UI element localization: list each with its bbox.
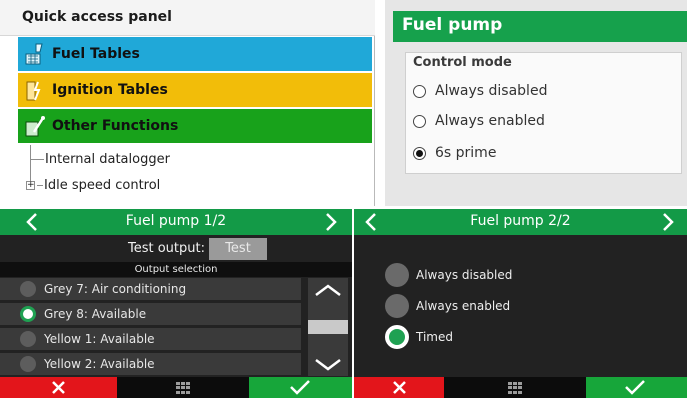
radio-6s-prime[interactable]: 6s prime: [413, 142, 496, 164]
list-item-label: Grey 8: Available: [44, 307, 147, 321]
fuel-pump-title: Fuel pump: [393, 11, 687, 42]
option-always-enabled[interactable]: Always enabled: [385, 294, 510, 318]
option-timed[interactable]: Timed: [385, 325, 453, 349]
test-button[interactable]: Test: [209, 238, 267, 260]
ignition-tables-button[interactable]: Ignition Tables: [18, 73, 372, 107]
other-functions-icon: [24, 114, 46, 138]
functions-tree: Internal datalogger + Idle speed control: [0, 145, 374, 206]
tree-branch-line: [37, 184, 43, 186]
radio-circle[interactable]: [413, 114, 426, 128]
ignition-tables-icon: [24, 78, 46, 102]
radio-circle-selected[interactable]: [413, 146, 426, 160]
menu-button[interactable]: [444, 377, 586, 398]
radio-label: Always enabled: [435, 113, 545, 129]
device-footer: [354, 377, 687, 398]
fuel-pump-panel: Fuel pump Control mode Always disabled A…: [385, 0, 687, 206]
radio-dot: [20, 356, 36, 372]
list-scrollbar[interactable]: [308, 278, 348, 376]
radio-always-disabled[interactable]: Always disabled: [413, 80, 547, 102]
list-item[interactable]: Grey 7: Air conditioning: [0, 278, 301, 300]
grid-menu-icon: [508, 382, 522, 394]
option-label: Always enabled: [416, 299, 511, 313]
list-item-label: Yellow 2: Available: [44, 357, 155, 371]
tree-branch-line: [30, 158, 44, 160]
other-functions-button[interactable]: Other Functions: [18, 109, 372, 143]
cancel-button[interactable]: [354, 377, 444, 398]
radio-dot-selected: [20, 306, 36, 322]
grid-menu-icon: [176, 382, 190, 394]
output-selection-header: Output selection: [0, 262, 352, 277]
confirm-button[interactable]: [586, 377, 687, 398]
control-mode-label: Control mode: [413, 55, 512, 70]
radio-label: Always disabled: [435, 83, 548, 99]
scroll-thumb[interactable]: [308, 320, 348, 334]
device-screen-fuel-pump-2: Fuel pump 2/2 Always disabled Always ena…: [354, 209, 687, 398]
device-title: Fuel pump 1/2: [125, 213, 227, 229]
chevron-right-icon[interactable]: [325, 213, 337, 231]
device-screen-fuel-pump-1: Fuel pump 1/2 Test output: Test Output s…: [0, 209, 352, 398]
device-title: Fuel pump 2/2: [470, 213, 571, 229]
radio-dot-selected: [385, 325, 409, 349]
scroll-up-icon[interactable]: [308, 278, 348, 302]
radio-circle[interactable]: [413, 84, 426, 98]
quick-access-panel: Quick access panel Fuel Tables Ignition …: [0, 0, 375, 206]
option-label: Always disabled: [416, 268, 513, 282]
expand-plus-icon[interactable]: +: [26, 180, 35, 190]
output-selection-list: Grey 7: Air conditioning Grey 8: Availab…: [0, 278, 303, 376]
list-item[interactable]: Yellow 2: Available: [0, 353, 301, 375]
ignition-tables-label: Ignition Tables: [52, 82, 168, 98]
radio-label: 6s prime: [435, 145, 497, 161]
radio-dot: [20, 331, 36, 347]
tree-item-label: Internal datalogger: [45, 151, 170, 167]
chevron-right-icon[interactable]: [662, 213, 674, 231]
list-item[interactable]: Yellow 1: Available: [0, 328, 301, 350]
tree-item-idle-speed-control[interactable]: + Idle speed control: [26, 174, 160, 196]
list-item-label: Yellow 1: Available: [44, 332, 155, 346]
scroll-down-icon[interactable]: [308, 352, 348, 376]
test-output-label: Test output:: [128, 241, 205, 256]
control-mode-group: Control mode Always disabled Always enab…: [405, 52, 682, 174]
option-label: Timed: [416, 330, 453, 344]
fuel-tables-icon: [24, 42, 46, 66]
option-always-disabled[interactable]: Always disabled: [385, 263, 512, 287]
test-output-row: Test output: Test: [0, 237, 352, 261]
device-footer: [0, 377, 352, 398]
menu-button[interactable]: [117, 377, 249, 398]
radio-dot: [20, 281, 36, 297]
device-header: Fuel pump 1/2: [0, 209, 352, 235]
device-header: Fuel pump 2/2: [354, 209, 687, 235]
fuel-tables-button[interactable]: Fuel Tables: [18, 37, 372, 71]
radio-dot: [385, 294, 409, 318]
quick-access-title: Quick access panel: [0, 0, 375, 36]
radio-dot: [385, 263, 409, 287]
cancel-button[interactable]: [0, 377, 117, 398]
tree-item-internal-datalogger[interactable]: Internal datalogger: [30, 148, 170, 170]
list-item-selected[interactable]: Grey 8: Available: [0, 303, 301, 325]
tree-item-label: Idle speed control: [44, 177, 161, 193]
other-functions-label: Other Functions: [52, 118, 179, 134]
radio-always-enabled[interactable]: Always enabled: [413, 110, 545, 132]
list-item-label: Grey 7: Air conditioning: [44, 282, 187, 296]
fuel-tables-label: Fuel Tables: [52, 46, 140, 62]
confirm-button[interactable]: [249, 377, 352, 398]
